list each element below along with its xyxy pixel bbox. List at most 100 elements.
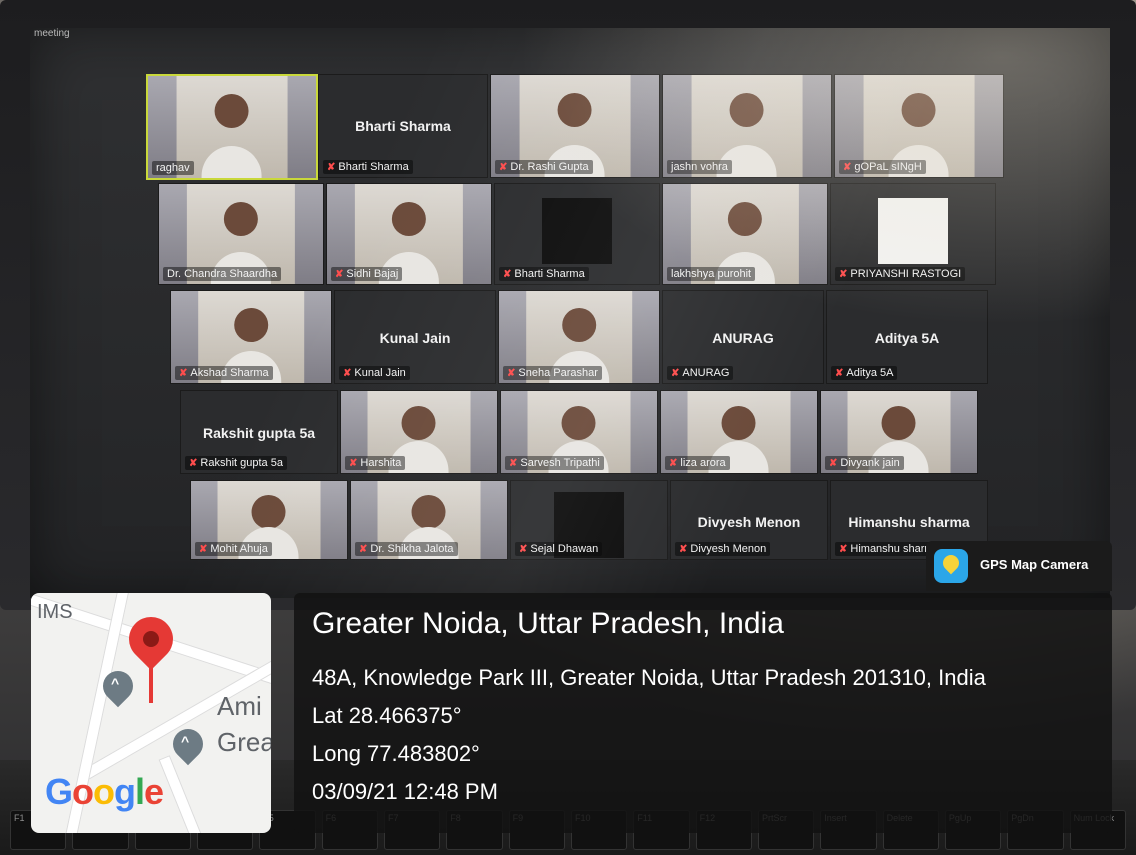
participant-tile[interactable]: ✘ Sejal Dhawan [510,480,668,560]
map-label-ami: Ami [217,691,262,721]
gps-map-camera-icon [934,549,968,583]
participant-tile[interactable]: ✘ Bharti Sharma [494,183,660,285]
participant-name-label: ✘ Divyank jain [825,456,904,470]
participant-head [223,202,258,236]
place-name: Greater Noida, Uttar Pradesh, India [312,607,784,640]
graduation-cap-icon: ^ [111,675,120,691]
participant-name: Sejal Dhawan [530,543,599,555]
mic-muted-icon: ✘ [503,269,512,280]
video-off-placeholder [542,198,612,264]
participant-head [727,202,762,236]
google-logo-letter: l [135,771,145,812]
mic-muted-icon: ✘ [499,162,508,173]
google-logo-letter: o [93,771,115,812]
laptop-bezel: meeting raghav Bharti Sharma ✘ Bharti Sharm… [0,0,1136,610]
participant-tile[interactable]: ✘ liza arora [660,390,818,474]
participant-name-label: Dr. Chandra Shaardha [163,267,282,281]
participant-name-label: ✘ Bharti Sharma [499,267,589,281]
participant-tile[interactable]: ✘ Sarvesh Tripathi [500,390,658,474]
latitude: Lat 28.466375° [312,703,462,728]
participant-head [558,93,592,128]
participant-tile[interactable]: ✘ Sneha Parashar [498,290,660,384]
participant-name: Dr. Shikha Jalota [370,543,454,555]
location-pin-icon [119,607,183,671]
participant-name-label: ✘ gOPaL sINgH [839,160,926,174]
participant-tile[interactable]: lakhshya purohit [662,183,828,285]
participant-tile[interactable]: ANURAG ✘ ANURAG [662,290,824,384]
longitude: Long 77.483802° [312,741,480,766]
participant-tile[interactable]: Divyesh Menon ✘ Divyesh Menon [670,480,828,560]
participant-tile[interactable]: ✘ Dr. Rashi Gupta [490,74,660,178]
participant-name: raghav [156,162,190,174]
participant-name: Rakshit gupta 5a [200,457,283,469]
participant-head [411,495,446,530]
map-road [158,755,216,833]
mic-muted-icon: ✘ [327,162,336,173]
participant-name-label: ✘ Divyesh Menon [675,542,771,556]
participant-head [401,405,436,440]
participant-display-name: Bharti Sharma [355,117,451,134]
participant-name: Divyesh Menon [690,543,767,555]
mic-muted-icon: ✘ [679,544,688,555]
participant-name: Mohit Ahuja [210,543,268,555]
participant-name: Bharti Sharma [338,161,409,173]
zoom-gallery-view: meeting raghav Bharti Sharma ✘ Bharti Sharm… [30,28,1110,598]
mic-muted-icon: ✘ [669,458,678,469]
google-logo-letter: g [114,771,136,812]
blank-video [878,198,948,264]
participant-tile[interactable]: ✘ Dr. Shikha Jalota [350,480,508,560]
participant-name-label: ✘ Bharti Sharma [323,160,413,174]
participant-tile[interactable]: Kunal Jain ✘ Kunal Jain [334,290,496,384]
participant-head [721,405,756,440]
participant-name-label: ✘ Mohit Ahuja [195,542,272,556]
window-title: meeting [34,28,70,39]
mic-muted-icon: ✘ [829,458,838,469]
participant-tile[interactable]: Bharti Sharma ✘ Bharti Sharma [318,74,488,178]
mic-muted-icon: ✘ [343,368,352,379]
google-logo-letter: G [45,771,73,812]
participant-tile[interactable]: raghav [146,74,318,180]
participant-name: Aditya 5A [846,367,894,379]
participant-name-label: ✘ Rakshit gupta 5a [185,456,287,470]
participant-name-label: ✘ Sejal Dhawan [515,542,603,556]
participant-name-label: ✘ Sneha Parashar [503,366,602,380]
location-pin-tail [149,663,153,703]
participant-name: Dr. Rashi Gupta [510,161,589,173]
participant-tile[interactable]: Rakshit gupta 5a ✘ Rakshit gupta 5a [180,390,338,474]
participant-head [234,307,268,342]
participant-head [902,93,936,128]
participant-tile[interactable]: ✘ Akshad Sharma [170,290,332,384]
participant-tile[interactable]: ✘ Divyank jain [820,390,978,474]
mic-muted-icon: ✘ [179,368,188,379]
participant-name-label: ✘ PRIYANSHI RASTOGI [835,267,966,281]
mic-muted-icon: ✘ [839,269,848,280]
mic-muted-icon: ✘ [671,368,680,379]
participant-tile[interactable]: ✘ Harshita [340,390,498,474]
gps-badge-label: GPS Map Camera [980,557,1089,572]
participant-name: Akshad Sharma [190,367,269,379]
participant-tile[interactable]: ✘ PRIYANSHI RASTOGI [830,183,996,285]
participant-name: Harshita [360,457,402,469]
participant-tile[interactable]: ✘ gOPaL sINgH [834,74,1004,178]
graduation-cap-icon: ^ [181,733,190,749]
participant-tile[interactable]: jashn vohra [662,74,832,178]
participant-display-name: Divyesh Menon [697,513,801,530]
participant-name: Sarvesh Tripathi [520,457,600,469]
participant-tile[interactable]: Dr. Chandra Shaardha [158,183,324,285]
participant-tile[interactable]: Aditya 5A ✘ Aditya 5A [826,290,988,384]
participant-name-label: raghav [152,161,194,175]
google-logo-letter: e [144,771,164,812]
participant-display-name: Himanshu sharma [848,513,970,530]
map-thumbnail: IMS Ami Grea ^ ^ Google [31,593,271,833]
mic-muted-icon: ✘ [335,269,344,280]
participant-display-name: Rakshit gupta 5a [202,425,316,442]
participant-tile[interactable]: ✘ Sidhi Bajaj [326,183,492,285]
gps-map-camera-badge: GPS Map Camera [926,541,1112,591]
participant-name-label: ✘ Sarvesh Tripathi [505,456,604,470]
mic-muted-icon: ✘ [359,544,368,555]
timestamp: 03/09/21 12:48 PM [312,779,498,804]
participant-name-label: ✘ Kunal Jain [339,366,410,380]
participant-tile[interactable]: ✘ Mohit Ahuja [190,480,348,560]
mic-muted-icon: ✘ [519,544,528,555]
participant-name: jashn vohra [671,161,728,173]
